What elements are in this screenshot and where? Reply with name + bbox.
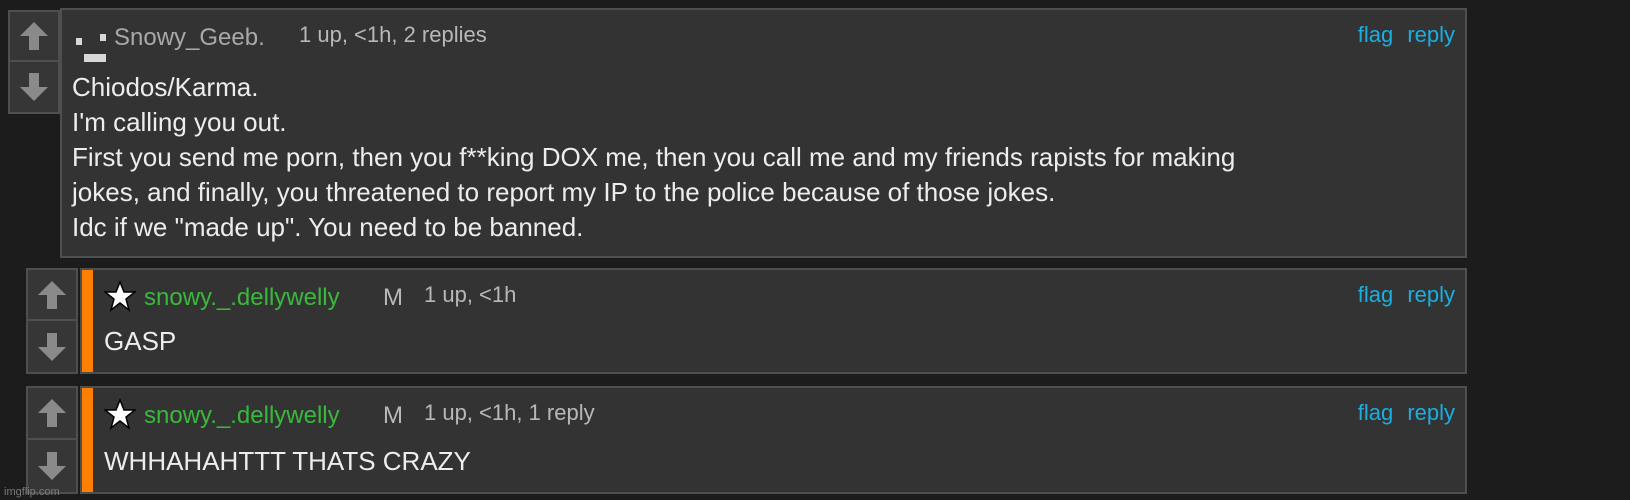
comment-actions: flag reply: [1350, 22, 1455, 48]
flag-link[interactable]: flag: [1358, 400, 1393, 425]
comment-header: snowy._.dellywelly M 1 up, <1h, 1 reply …: [82, 388, 1465, 432]
vote-column-comment-3: [26, 386, 78, 494]
comment-meta: 1 up, <1h, 2 replies: [299, 22, 487, 47]
username[interactable]: snowy._.dellywelly: [144, 402, 340, 430]
reply-link[interactable]: reply: [1407, 282, 1455, 307]
vote-column-comment-2: [26, 268, 78, 374]
mod-badge: M: [383, 402, 403, 429]
comment-1: Snowy_Geeb. 1 up, <1h, 2 replies flag re…: [60, 8, 1467, 258]
username[interactable]: Snowy_Geeb.: [114, 24, 265, 52]
comment-body: WHHAHAHTTT THATS CRAZY: [104, 446, 471, 476]
comment-body: Chiodos/Karma. I'm calling you out. Firs…: [72, 72, 1236, 242]
downvote-button[interactable]: [28, 321, 76, 372]
comment-3: snowy._.dellywelly M 1 up, <1h, 1 reply …: [80, 386, 1467, 494]
star-icon: [104, 280, 136, 312]
upvote-button[interactable]: [10, 12, 58, 62]
watermark: imgflip.com: [4, 486, 60, 498]
up-arrow-icon: [38, 280, 66, 309]
up-arrow-icon: [38, 399, 66, 427]
username[interactable]: snowy._.dellywelly: [144, 284, 340, 312]
comment-header: Snowy_Geeb. 1 up, <1h, 2 replies flag re…: [62, 10, 1465, 62]
comment-2: snowy._.dellywelly M 1 up, <1h flag repl…: [80, 268, 1467, 374]
reply-link[interactable]: reply: [1407, 400, 1455, 425]
comment-body: GASP: [104, 326, 177, 356]
upvote-button[interactable]: [28, 388, 76, 440]
up-arrow-icon: [20, 22, 48, 50]
pixel-avatar-icon: [76, 34, 106, 62]
comment-header: snowy._.dellywelly M 1 up, <1h flag repl…: [82, 270, 1465, 314]
down-arrow-icon: [38, 332, 66, 361]
down-arrow-icon: [20, 73, 48, 101]
comment-meta: 1 up, <1h, 1 reply: [424, 400, 595, 425]
comment-actions: flag reply: [1350, 282, 1455, 308]
mod-badge: M: [383, 284, 403, 311]
flag-link[interactable]: flag: [1358, 282, 1393, 307]
downvote-button[interactable]: [28, 440, 76, 492]
down-arrow-icon: [38, 452, 66, 480]
star-icon: [104, 398, 136, 430]
comment-meta: 1 up, <1h: [424, 282, 517, 307]
upvote-button[interactable]: [28, 270, 76, 321]
downvote-button[interactable]: [10, 62, 58, 112]
comment-actions: flag reply: [1350, 400, 1455, 426]
flag-link[interactable]: flag: [1358, 22, 1393, 47]
reply-link[interactable]: reply: [1407, 22, 1455, 47]
vote-column-comment-1: [8, 10, 60, 114]
